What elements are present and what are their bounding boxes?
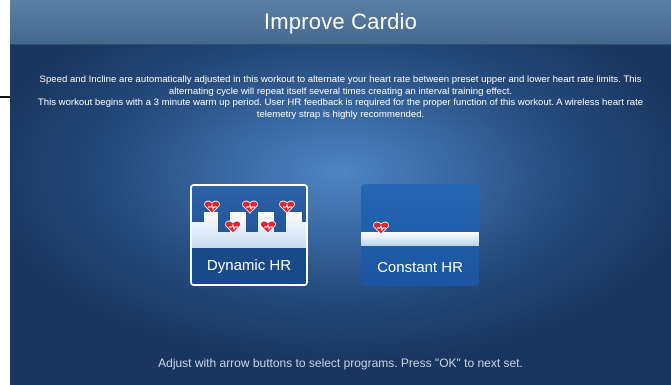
program-label-dynamic-hr: Dynamic HR bbox=[206, 257, 292, 274]
program-tile-dynamic-hr[interactable]: Dynamic HR bbox=[190, 184, 308, 286]
footer-hint: Adjust with arrow buttons to select prog… bbox=[158, 356, 523, 370]
description-paragraph-2: This workout begins with a 3 minute warm… bbox=[37, 97, 644, 120]
program-label-constant-hr: Constant HR bbox=[377, 259, 463, 276]
workout-description: Speed and Incline are automatically adju… bbox=[28, 74, 653, 120]
title-bar: Improve Cardio bbox=[10, 0, 671, 45]
program-tile-constant-hr[interactable]: Constant HR bbox=[361, 184, 479, 286]
description-paragraph-1: Speed and Incline are automatically adju… bbox=[39, 74, 642, 97]
workout-screen: Improve Cardio Speed and Incline are aut… bbox=[10, 0, 671, 385]
page-title: Improve Cardio bbox=[263, 9, 418, 34]
